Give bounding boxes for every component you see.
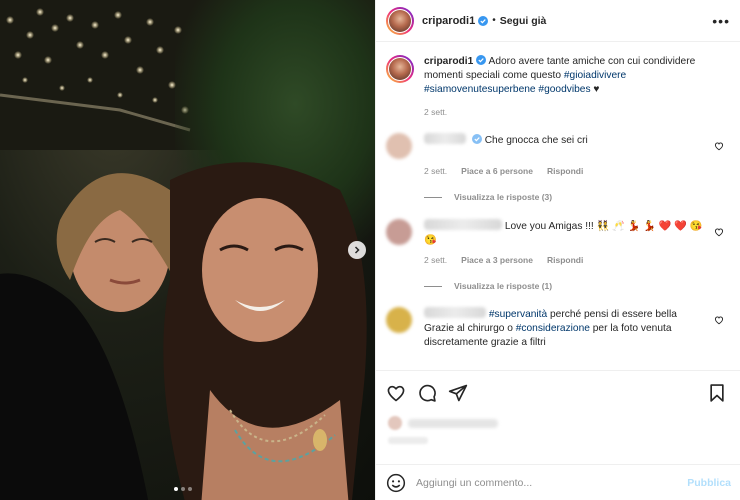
comment-time[interactable]: 2 sett. [424,255,447,265]
share-paper-plane-icon[interactable] [448,383,468,403]
add-comment-bar: Pubblica [376,464,740,500]
hashtag-link[interactable]: #gioiadivivere [564,70,626,81]
emoji-smiley-icon[interactable] [386,473,406,493]
instagram-post: criparodi1 • Segui già ••• criparodi1 Ad… [0,0,740,500]
comment-body: #supervanità perché pensi di essere bell… [424,307,704,350]
hashtag-link[interactable]: #goodvibes [538,84,590,95]
liker-avatar [388,416,402,430]
chevron-right-icon [354,246,360,254]
hashtag-link[interactable]: #supervanità [489,309,547,320]
comment-meta: 2 sett. Piace a 3 persone Rispondi [424,255,730,265]
caption-time[interactable]: 2 sett. [424,107,447,117]
comment-likes[interactable]: Piace a 6 persone [461,166,533,176]
post-caption: criparodi1 Adoro avere tante amiche con … [386,55,730,97]
header-separator: • [492,15,496,26]
commenter-avatar[interactable] [386,133,412,159]
comment-body: Che gnocca che sei cri [424,133,704,159]
author-username[interactable]: criparodi1 [422,15,475,27]
reply-button[interactable]: Rispondi [547,255,583,265]
comment-item: #supervanità perché pensi di essere bell… [386,307,730,350]
post-date-blurred [388,437,428,444]
commenter-avatar[interactable] [386,307,412,333]
carousel-indicator [174,487,192,491]
carousel-dot [181,487,185,491]
replies-divider [424,285,442,287]
post-photo[interactable] [0,0,375,500]
carousel-dot [188,487,192,491]
post-details-panel: criparodi1 • Segui già ••• criparodi1 Ad… [375,0,740,500]
hashtag-link[interactable]: #siamovenutesuperbene [424,84,536,95]
view-replies-button[interactable]: Visualizza le risposte (1) [424,281,730,291]
person-right [163,162,367,500]
more-options-icon[interactable]: ••• [712,13,730,29]
caption-avatar[interactable] [386,55,414,83]
commenter-username-blurred[interactable] [424,219,502,230]
replies-divider [424,196,442,198]
caption-text: criparodi1 Adoro avere tante amiche con … [424,55,724,97]
caption-username[interactable]: criparodi1 [424,56,473,67]
publish-button[interactable]: Pubblica [687,477,731,489]
carousel-dot-active [174,487,178,491]
save-bookmark-icon[interactable] [707,383,727,403]
view-replies-label: Visualizza le risposte (1) [454,281,553,291]
verified-badge-icon [478,15,489,26]
comment-item: Che gnocca che sei cri [386,133,730,159]
author-avatar[interactable] [386,6,414,35]
comment-body: Love you Amigas !!! 👯 🥂 💃 💃 ❤️ ❤️ 😘 😘 [424,219,704,248]
reply-button[interactable]: Rispondi [547,166,583,176]
add-comment-input[interactable] [416,476,666,489]
post-header: criparodi1 • Segui già ••• [376,0,740,42]
comment-bubble-icon[interactable] [417,383,437,403]
like-heart-icon[interactable] [386,383,406,403]
view-replies-button[interactable]: Visualizza le risposte (3) [424,192,730,202]
likes-summary-blurred[interactable] [388,416,498,430]
comment-item: Love you Amigas !!! 👯 🥂 💃 💃 ❤️ ❤️ 😘 😘 [386,219,730,248]
caption-meta: 2 sett. [424,107,730,117]
like-comment-heart-icon[interactable] [714,315,724,325]
comments-list: criparodi1 Adoro avere tante amiche con … [376,42,740,370]
post-actions-bar [376,370,740,414]
hashtag-link[interactable]: #considerazione [516,323,590,334]
following-button[interactable]: Segui già [500,15,547,27]
likes-text-blurred [408,418,498,428]
comment-meta: 2 sett. Piace a 6 persone Rispondi [424,166,730,176]
commenter-avatar[interactable] [386,219,412,245]
comment-text: Che gnocca che sei cri [484,135,588,146]
like-comment-heart-icon[interactable] [714,141,724,151]
caption-emoji: ♥ [593,84,600,95]
comment-time[interactable]: 2 sett. [424,166,447,176]
verified-badge-icon [471,134,482,144]
next-photo-button[interactable] [348,241,366,259]
verified-badge-icon [476,55,487,65]
comment-likes[interactable]: Piace a 3 persone [461,255,533,265]
like-comment-heart-icon[interactable] [714,227,724,237]
commenter-username-blurred[interactable] [424,133,466,144]
commenter-username-blurred[interactable] [424,307,486,318]
view-replies-label: Visualizza le risposte (3) [454,192,553,202]
